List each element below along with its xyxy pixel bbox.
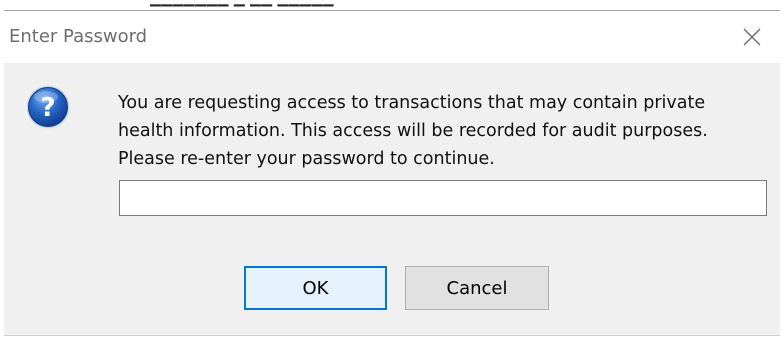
- svg-text:?: ?: [40, 93, 55, 123]
- ok-button-label: OK: [302, 277, 329, 299]
- dialog-titlebar[interactable]: Enter Password: [4, 11, 780, 63]
- message-line: health information. This access will be …: [118, 121, 708, 141]
- background-window-fragment: ▁▁▁▁▁▁▁ ▁ ▁▁ ▁▁▁▁▁: [0, 0, 784, 10]
- prompt-message: You are requesting access to transaction…: [118, 89, 768, 173]
- enter-password-dialog: Enter Password ? You are requesting acce…: [4, 10, 780, 336]
- ok-button[interactable]: OK: [244, 266, 387, 310]
- background-text-fragment: ▁▁▁▁▁▁▁ ▁ ▁▁ ▁▁▁▁▁: [150, 0, 334, 7]
- screen: ▁▁▁▁▁▁▁ ▁ ▁▁ ▁▁▁▁▁ Enter Password: [0, 0, 784, 338]
- close-icon: [743, 28, 761, 46]
- message-line: Please re-enter your password to continu…: [118, 149, 495, 169]
- message-line: You are requesting access to transaction…: [118, 93, 706, 113]
- dialog-title: Enter Password: [9, 26, 148, 47]
- password-input[interactable]: [119, 180, 767, 216]
- close-button[interactable]: [732, 21, 772, 53]
- cancel-button-label: Cancel: [446, 277, 508, 299]
- question-icon: ?: [26, 85, 70, 129]
- dialog-body: ? You are requesting access to transacti…: [4, 63, 780, 336]
- cancel-button[interactable]: Cancel: [405, 266, 549, 310]
